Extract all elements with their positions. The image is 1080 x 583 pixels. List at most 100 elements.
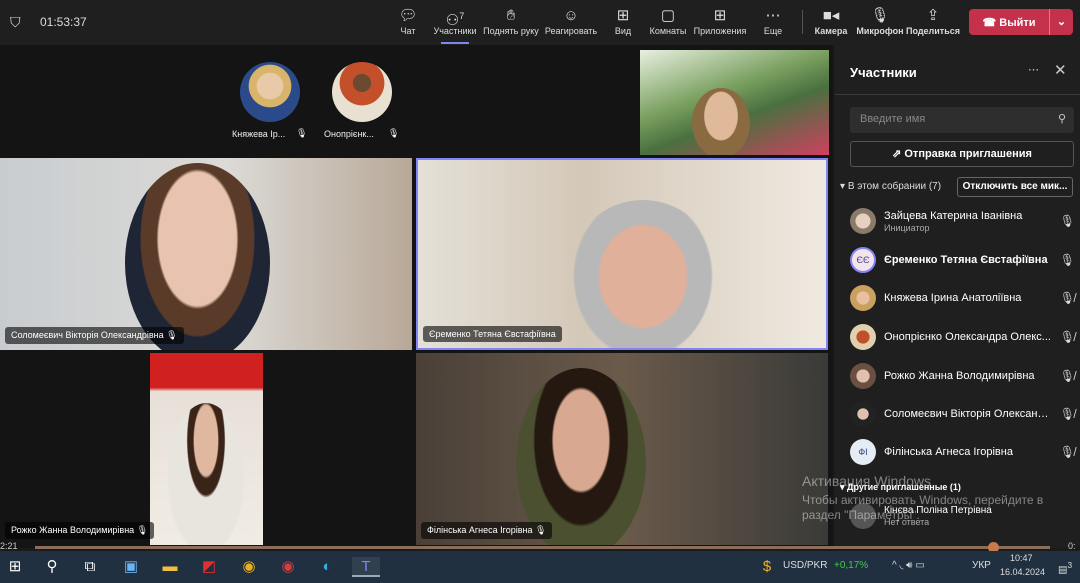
windows-start-icon[interactable]: ⊞ (5, 557, 25, 577)
phone-icon: ☎︎ (982, 16, 1000, 29)
clock-time[interactable]: 10:47 (1010, 553, 1033, 563)
mic-off-icon: 🎙︎̸ (1059, 291, 1075, 305)
mute-all-button[interactable]: Отключить все мик... (957, 177, 1073, 197)
name: Рожко Жанна Володимирівна (11, 525, 135, 535)
avatar (850, 363, 876, 389)
taskbar: ⊞ ⚲ ⧉ ▣ ▬ ◩ ◉ ◉ ◐ T $ USD/PKR +0,17% ^ ◟… (0, 551, 1080, 583)
participant-row[interactable]: ФІ Філінська Агнеса Ігорівна 🎙︎̸ (850, 433, 1075, 471)
participant-row[interactable]: Княжева Ірина Анатоліївна 🎙︎̸ (850, 279, 1075, 317)
share-icon: ⇪ (926, 7, 940, 24)
participants-button[interactable]: ⚇7 Участники (427, 6, 483, 44)
label: Микрофон (856, 26, 904, 36)
mic-off-icon: 🎙︎̸ (1059, 407, 1075, 421)
close-icon[interactable]: ✕ (1054, 61, 1067, 79)
person (692, 88, 750, 155)
tray-icons[interactable]: ^ ◟ 🔊︎ ▭ (892, 560, 925, 571)
avatar-label: Онопрієнк... (324, 129, 374, 139)
avatar (850, 324, 876, 350)
participant-name: Княжева Ірина Анатоліївна (884, 292, 1022, 304)
more-options-icon[interactable]: ⋯ (1028, 63, 1039, 76)
participant-name: Єременко Тетяна Євстафіївна (423, 326, 562, 342)
acrobat-icon[interactable]: ◩ (199, 557, 219, 577)
smile-icon: ☺ (563, 7, 579, 24)
section-label: В этом собрании (7) (847, 181, 942, 192)
label: Камера (814, 26, 848, 36)
participant-row[interactable]: Соломеєвич Вікторія Олександ... 🎙︎̸ (850, 395, 1075, 433)
avatar (850, 208, 876, 234)
person (168, 403, 244, 545)
participant-name: Рожко Жанна Володимирівна (884, 370, 1035, 382)
person (563, 200, 723, 348)
self-video-tile[interactable] (640, 50, 829, 155)
mic-off-icon: 🎙︎ (296, 128, 308, 138)
clock-date[interactable]: 16.04.2024 (1000, 567, 1045, 577)
leave-label: Выйти (999, 16, 1036, 29)
search-icon[interactable]: ⚲ (42, 557, 62, 577)
panel-title: Участники (850, 65, 917, 80)
file-explorer-icon[interactable]: ▬ (160, 557, 180, 577)
participant-row[interactable]: Зайцева Катерина Іванівна Инициатор 🎙︎ (850, 202, 1075, 240)
label: Приложения (693, 26, 747, 36)
send-invite-button[interactable]: ⇗ Отправка приглашения (850, 141, 1074, 167)
mic-icon: 🎙︎ (870, 7, 890, 24)
participant-name: Соломеєвич Вікторія Олександрівна 🎙︎ (5, 327, 184, 344)
language-indicator[interactable]: УКР (972, 560, 991, 571)
leave-button[interactable]: ☎︎ Выйти ⌄ (969, 9, 1073, 35)
participant-name: Зайцева Катерина Іванівна (884, 209, 1023, 222)
participant-row[interactable]: Рожко Жанна Володимирівна 🎙︎̸ (850, 357, 1075, 395)
avatar[interactable] (332, 62, 392, 122)
people-icon: ⚇7 (445, 11, 465, 29)
share-button[interactable]: ⇪ Поделиться (905, 6, 961, 36)
mic-icon: 🎙︎ (1059, 253, 1075, 267)
shield-icon: ⛉ (10, 14, 21, 30)
rooms-button[interactable]: ▢ Комнаты (640, 6, 696, 36)
avatar: ФІ (850, 439, 876, 465)
chevron-down-icon[interactable]: ⌄ (1049, 9, 1073, 35)
in-meeting-section[interactable]: ▾ В этом собрании (7) (840, 181, 941, 192)
elapsed-time: 2:21 (0, 541, 18, 551)
search-input[interactable]: Введите имя ⚲ (850, 107, 1074, 133)
video-tile[interactable]: Рожко Жанна Володимирівна 🎙︎ (0, 353, 412, 545)
mic-button[interactable]: 🎙︎ Микрофон (852, 6, 908, 36)
video-tile[interactable]: Філінська Агнеса Ігорівна 🎙︎ (416, 353, 828, 545)
notifications-icon[interactable]: ▤3 (1058, 560, 1072, 575)
label: Вид (614, 26, 632, 36)
label: Еще (763, 26, 783, 36)
task-view-icon[interactable]: ⧉ (80, 557, 100, 577)
activation-title: Активация Windows (802, 473, 932, 489)
video-stage: Княжева Ір... 🎙︎ Онопрієнк... 🎙︎ Соломеє… (0, 45, 833, 548)
participant-row[interactable]: ЄЄ Єременко Тетяна Євстафіївна 🎙︎ (850, 241, 1075, 279)
raise-hand-button[interactable]: ✋︎ Поднять руку (481, 6, 541, 36)
plus-icon: ⊞ (713, 7, 727, 24)
react-button[interactable]: ☺ Реагировать (543, 6, 599, 36)
label: Поднять руку (483, 26, 539, 36)
notification-count: 3 (1067, 560, 1073, 570)
label: Реагировать (544, 26, 598, 36)
initials: ЄЄ (856, 255, 870, 265)
chrome-alt-icon[interactable]: ◉ (278, 557, 298, 577)
search-placeholder: Введите имя (860, 113, 926, 125)
apps-button[interactable]: ⊞ Приложения (692, 6, 748, 36)
store-icon[interactable]: ▣ (121, 557, 141, 577)
ticker[interactable]: USD/PKR (783, 560, 827, 571)
meeting-timer: 01:53:37 (40, 15, 87, 29)
avatar[interactable] (240, 62, 300, 122)
video-feed (150, 353, 263, 545)
video-progress-bar[interactable] (35, 546, 1050, 549)
person (125, 163, 270, 350)
video-tile[interactable]: Соломеєвич Вікторія Олександрівна 🎙︎ (0, 158, 412, 350)
participant-row[interactable]: Онопрієнко Олександра Олекс... 🎙︎̸ (850, 318, 1075, 356)
label: Чат (400, 26, 416, 36)
divider (835, 94, 1080, 95)
rooms-icon: ▢ (660, 7, 676, 24)
currency-icon: $ (762, 558, 772, 575)
chrome-icon[interactable]: ◉ (239, 557, 259, 577)
more-button[interactable]: ⋯ Еще (745, 6, 801, 36)
participant-name: Філінська Агнеса Ігорівна 🎙︎ (421, 522, 553, 539)
avatar (850, 285, 876, 311)
video-tile-speaking[interactable]: Єременко Тетяна Євстафіївна (416, 158, 828, 350)
name: Соломеєвич Вікторія Олександрівна (11, 330, 164, 340)
edge-icon[interactable]: ◐ (317, 557, 337, 577)
teams-icon[interactable]: T (352, 557, 380, 577)
camera-button[interactable]: ■◂ Камера (803, 6, 859, 36)
